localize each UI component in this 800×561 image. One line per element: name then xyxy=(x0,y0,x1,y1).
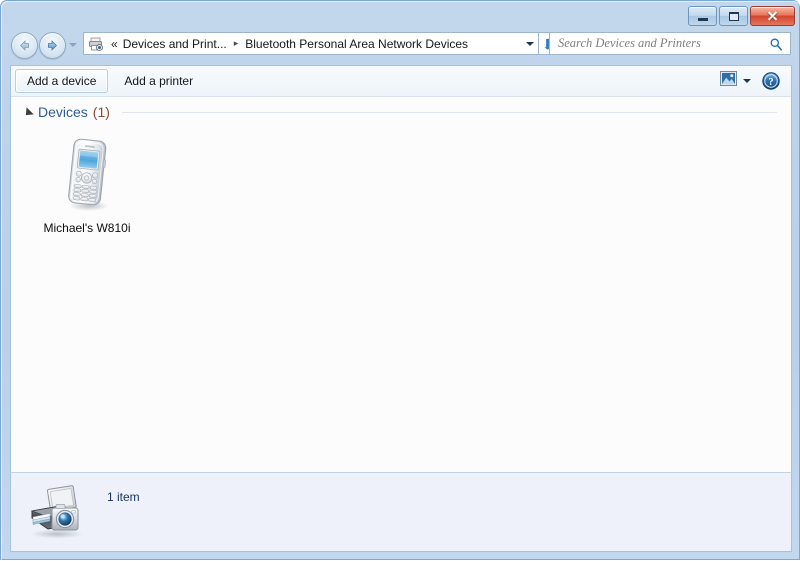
preview-pane-button[interactable] xyxy=(717,69,754,93)
maximize-icon xyxy=(728,11,739,21)
svg-text:?: ? xyxy=(768,77,773,88)
chevron-down-icon xyxy=(525,41,534,46)
navigation-bar: « Devices and Print... ▸ Bluetooth Perso… xyxy=(1,27,800,65)
group-divider xyxy=(121,111,777,113)
breadcrumb-item-devices-and-printers[interactable]: Devices and Print... xyxy=(121,37,229,51)
status-bar: 1 item xyxy=(10,472,792,552)
help-icon: ? xyxy=(762,72,780,90)
address-bar[interactable]: « Devices and Print... ▸ Bluetooth Perso… xyxy=(83,32,539,55)
caption-button-group xyxy=(688,6,795,27)
title-bar[interactable] xyxy=(1,1,800,27)
preview-pane-icon xyxy=(720,71,737,91)
back-arrow-icon xyxy=(20,40,29,51)
group-count: (1) xyxy=(92,104,110,120)
help-button[interactable]: ? xyxy=(760,70,782,92)
group-title: Devices xyxy=(38,104,88,120)
chevron-down-icon[interactable] xyxy=(743,79,751,83)
recent-pages-dropdown[interactable] xyxy=(69,43,77,47)
group-header-devices[interactable]: Devices (1) xyxy=(11,97,791,127)
minimize-icon xyxy=(697,18,708,21)
breadcrumb-separator-icon[interactable]: ▸ xyxy=(229,38,244,49)
add-a-device-button[interactable]: Add a device xyxy=(15,69,109,93)
command-bar: Add a device Add a printer ? xyxy=(11,66,791,97)
triangle-collapse-icon[interactable] xyxy=(22,107,34,119)
device-tile[interactable]: Michael's W810i xyxy=(31,134,143,236)
devices-and-printers-icon xyxy=(25,480,89,544)
breadcrumb-item-bluetooth-pan[interactable]: Bluetooth Personal Area Network Devices xyxy=(243,37,470,51)
forward-arrow-icon xyxy=(48,40,57,51)
status-item-count: 1 item xyxy=(107,490,140,504)
add-a-printer-button[interactable]: Add a printer xyxy=(112,69,205,93)
close-button[interactable] xyxy=(750,6,795,26)
close-icon xyxy=(767,11,778,22)
search-input[interactable] xyxy=(550,35,765,52)
breadcrumb-overflow-button[interactable]: « xyxy=(107,37,121,51)
device-label: Michael's W810i xyxy=(43,221,131,235)
forward-button[interactable] xyxy=(39,32,66,59)
search-box[interactable] xyxy=(549,32,791,55)
devices-and-printers-icon xyxy=(88,36,104,52)
mobile-phone-icon xyxy=(55,134,119,214)
command-bar-right-group: ? xyxy=(717,69,791,93)
search-icon[interactable] xyxy=(765,37,790,51)
minimize-button[interactable] xyxy=(688,6,717,26)
explorer-window: « Devices and Print... ▸ Bluetooth Perso… xyxy=(0,0,800,561)
address-dropdown-button[interactable] xyxy=(521,41,538,46)
back-button[interactable] xyxy=(11,32,38,59)
maximize-button[interactable] xyxy=(719,6,748,26)
